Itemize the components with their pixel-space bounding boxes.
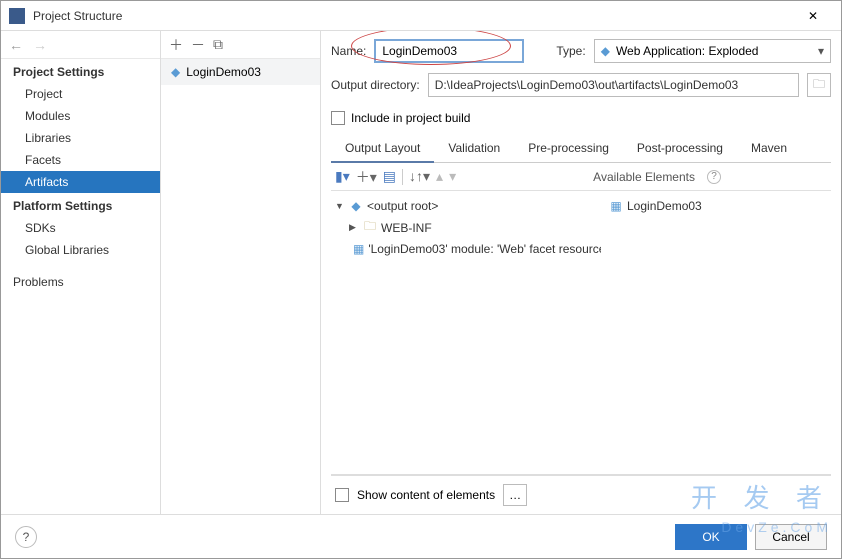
- nav-global-libraries[interactable]: Global Libraries: [1, 239, 160, 261]
- bottom-strip: Show content of elements …: [331, 475, 831, 514]
- tree-module-label: 'LoginDemo03' module: 'Web' facet resour…: [368, 242, 601, 256]
- layout-toolbar: ▮▾ ＋▾ ▤ ↓↑▾ ▴ ▾ Available Elements ?: [331, 163, 831, 191]
- layout-icon-button[interactable]: ▤: [383, 168, 396, 185]
- chevron-down-icon: ▾: [818, 44, 824, 58]
- root-icon: ◆: [349, 199, 363, 213]
- nav-sdks[interactable]: SDKs: [1, 217, 160, 239]
- layout-split: ▼ ◆ <output root> ▶ 🗀 WEB-INF ▦ 'LoginDe…: [331, 191, 831, 475]
- tab-post-processing[interactable]: Post-processing: [623, 135, 737, 162]
- output-tree-pane: ▼ ◆ <output root> ▶ 🗀 WEB-INF ▦ 'LoginDe…: [331, 191, 601, 474]
- type-label: Type:: [556, 44, 585, 58]
- tab-validation[interactable]: Validation: [434, 135, 514, 162]
- show-content-label: Show content of elements: [357, 488, 495, 502]
- nav-history-row: ← →: [1, 31, 160, 59]
- tree-module-resources[interactable]: ▦ 'LoginDemo03' module: 'Web' facet reso…: [349, 240, 597, 258]
- artifact-tabs: Output Layout Validation Pre-processing …: [331, 135, 831, 163]
- copy-artifact-button[interactable]: ⧉: [213, 36, 223, 53]
- browse-folder-button[interactable]: 🗀: [807, 73, 831, 97]
- output-dir-label: Output directory:: [331, 78, 420, 92]
- module-icon: ▦: [353, 242, 364, 256]
- folder-icon: 🗀: [363, 217, 377, 238]
- nav-facets[interactable]: Facets: [1, 149, 160, 171]
- nav-artifacts[interactable]: Artifacts: [1, 171, 160, 193]
- artifact-name-input[interactable]: [374, 39, 524, 63]
- forward-arrow-icon[interactable]: →: [33, 37, 47, 53]
- section-platform-settings: Platform Settings: [1, 193, 160, 217]
- include-build-checkbox[interactable]: [331, 111, 345, 125]
- back-arrow-icon[interactable]: ←: [9, 37, 23, 53]
- dialog-help-button[interactable]: ?: [15, 526, 37, 548]
- new-folder-button[interactable]: ▮▾: [335, 168, 350, 185]
- type-value: Web Application: Exploded: [616, 44, 759, 58]
- tab-output-layout[interactable]: Output Layout: [331, 135, 434, 163]
- ok-button[interactable]: OK: [675, 524, 747, 550]
- output-dir-value: D:\IdeaProjects\LoginDemo03\out\artifact…: [435, 78, 739, 92]
- move-down-button[interactable]: ▾: [449, 168, 456, 185]
- artifact-toolbar: ＋ － ⧉: [161, 31, 320, 59]
- cancel-button[interactable]: Cancel: [755, 524, 827, 550]
- available-elements-label: Available Elements: [593, 170, 695, 184]
- include-build-label: Include in project build: [351, 111, 470, 125]
- close-button[interactable]: ✕: [793, 9, 833, 23]
- nav-project[interactable]: Project: [1, 83, 160, 105]
- help-icon[interactable]: ?: [707, 170, 721, 184]
- folder-icon: 🗀: [813, 75, 825, 96]
- nav-problems[interactable]: Problems: [1, 271, 160, 293]
- tree-output-root[interactable]: ▼ ◆ <output root>: [335, 197, 597, 215]
- tab-pre-processing[interactable]: Pre-processing: [514, 135, 623, 162]
- add-copy-button[interactable]: ＋▾: [356, 167, 377, 187]
- tree-root-label: <output root>: [367, 199, 438, 213]
- artifact-item-logindemo03[interactable]: ◆ LoginDemo03: [161, 59, 320, 85]
- artifact-label: LoginDemo03: [186, 65, 261, 79]
- artifact-type-dropdown[interactable]: ◆ Web Application: Exploded ▾: [594, 39, 831, 63]
- output-dir-row: Output directory: D:\IdeaProjects\LoginD…: [331, 73, 831, 97]
- show-content-checkbox[interactable]: [335, 488, 349, 502]
- add-artifact-button[interactable]: ＋: [169, 35, 183, 55]
- project-structure-window: Project Structure ✕ ← → Project Settings…: [0, 0, 842, 559]
- remove-artifact-button[interactable]: －: [191, 35, 205, 55]
- titlebar: Project Structure ✕: [1, 1, 841, 31]
- available-item-label: LoginDemo03: [627, 199, 702, 213]
- output-dir-input[interactable]: D:\IdeaProjects\LoginDemo03\out\artifact…: [428, 73, 799, 97]
- body-area: ← → Project Settings Project Modules Lib…: [1, 31, 841, 514]
- artifact-icon: ◆: [171, 65, 180, 79]
- available-item-logindemo03[interactable]: ▦ LoginDemo03: [609, 197, 823, 215]
- available-elements-pane: ▦ LoginDemo03: [601, 191, 831, 474]
- section-project-settings: Project Settings: [1, 59, 160, 83]
- left-nav-panel: ← → Project Settings Project Modules Lib…: [1, 31, 161, 514]
- expand-icon[interactable]: ▶: [349, 222, 359, 233]
- module-icon: ▦: [609, 199, 623, 213]
- ellipsis-button[interactable]: …: [503, 484, 527, 506]
- sort-button[interactable]: ↓↑▾: [409, 168, 430, 185]
- include-build-row[interactable]: Include in project build: [331, 111, 831, 125]
- move-up-button[interactable]: ▴: [436, 168, 443, 185]
- tree-webinf-label: WEB-INF: [381, 221, 432, 235]
- tab-maven[interactable]: Maven: [737, 135, 801, 162]
- dialog-button-row: ? OK Cancel: [1, 514, 841, 558]
- nav-libraries[interactable]: Libraries: [1, 127, 160, 149]
- tree-web-inf[interactable]: ▶ 🗀 WEB-INF: [349, 215, 597, 240]
- artifact-detail-panel: Name: Type: ◆ Web Application: Exploded …: [321, 31, 841, 514]
- app-icon: [9, 8, 25, 24]
- expand-icon[interactable]: ▼: [335, 201, 345, 211]
- type-icon: ◆: [601, 44, 610, 58]
- window-title: Project Structure: [33, 9, 793, 23]
- name-label: Name:: [331, 44, 366, 58]
- name-type-row: Name: Type: ◆ Web Application: Exploded …: [331, 39, 831, 63]
- artifact-list-panel: ＋ － ⧉ ◆ LoginDemo03: [161, 31, 321, 514]
- nav-modules[interactable]: Modules: [1, 105, 160, 127]
